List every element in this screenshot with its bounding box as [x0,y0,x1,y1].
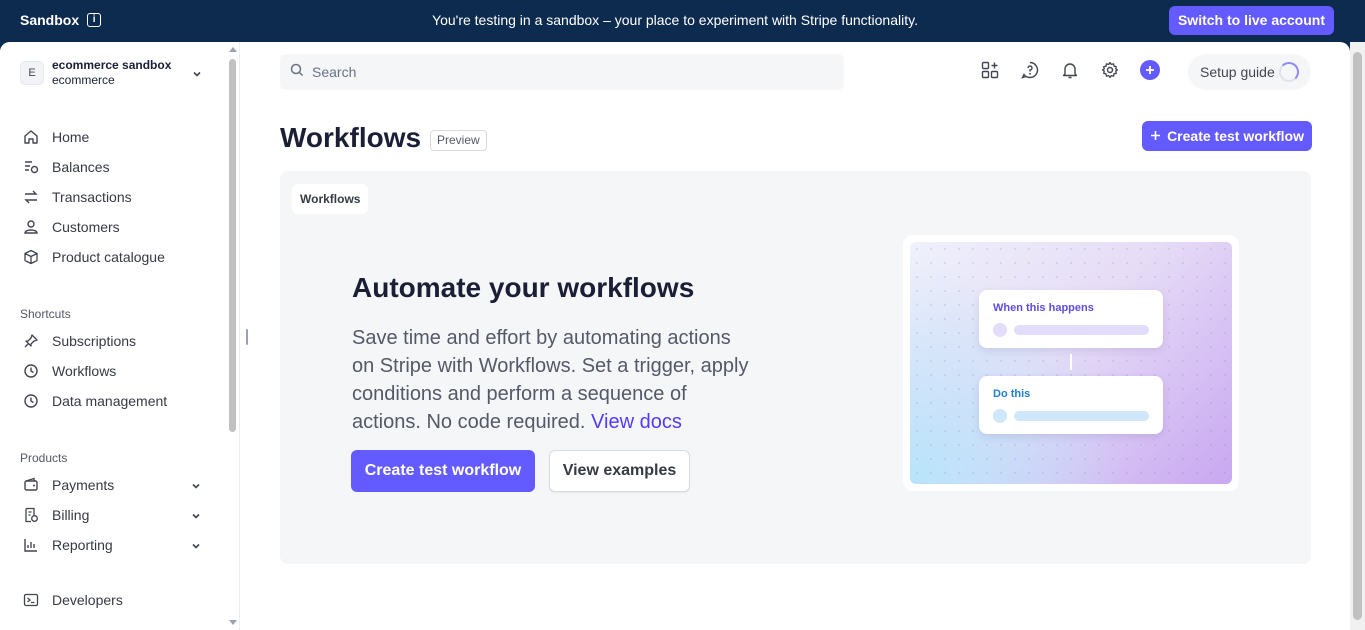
create-test-workflow-button[interactable]: Create test workflow [1142,121,1312,151]
gear-icon[interactable] [1100,60,1120,80]
account-name: ecommerce sandbox [52,58,172,72]
sidebar-item-label: Subscriptions [52,333,137,349]
sandbox-banner: Sandbox i You're testing in a sandbox – … [0,0,1365,42]
sidebar-item-reporting[interactable]: Reporting [22,534,207,556]
illustration-canvas: When this happens Do this [910,242,1232,484]
product-catalogue-icon [22,248,40,266]
clock-icon [22,392,40,410]
sidebar-resize-handle[interactable] [246,329,248,345]
chevron-down-icon [191,508,201,524]
progress-ring-icon [1279,62,1299,82]
apps-icon[interactable] [980,60,1000,80]
sidebar-item-label: Payments [52,477,115,493]
account-avatar: E [20,61,44,85]
setup-guide-label: Setup guide [1200,64,1275,80]
trigger-card: When this happens [979,290,1163,348]
sandbox-message: You're testing in a sandbox – your place… [432,12,918,28]
sidebar-scrollbar-thumb[interactable] [229,59,236,432]
sidebar: E ecommerce sandbox ecommerce Home Balan… [0,42,240,630]
create-test-workflow-primary-button[interactable]: Create test workflow [351,450,535,492]
sidebar-item-billing[interactable]: Billing [22,504,207,526]
reporting-icon [22,536,40,554]
sidebar-item-balances[interactable]: Balances [22,156,207,178]
page-scrollbar-thumb[interactable] [1353,52,1362,620]
create-test-workflow-label: Create test workflow [1167,128,1304,144]
customers-icon [22,218,40,236]
main-content: Setup guide Workflows Preview Create tes… [280,42,1312,630]
sidebar-item-transactions[interactable]: Transactions [22,186,207,208]
workflow-illustration: When this happens Do this [903,235,1239,491]
description-text: Save time and effort by automating actio… [352,327,749,433]
sidebar-item-label: Data management [52,393,168,409]
clock-icon [22,362,40,380]
search-input[interactable] [312,64,812,80]
action-bar [1014,411,1149,421]
sidebar-item-label: Developers [52,592,123,608]
action-card-title: Do this [993,388,1031,400]
sidebar-item-label: Transactions [52,189,132,205]
action-dot [993,409,1007,423]
setup-guide-button[interactable]: Setup guide [1188,54,1311,90]
app-shell: E ecommerce sandbox ecommerce Home Balan… [0,42,1350,630]
sidebar-item-label: Reporting [52,537,113,553]
account-switcher[interactable]: E ecommerce sandbox ecommerce [20,58,210,88]
bell-icon[interactable] [1060,60,1080,80]
panel-tag: Workflows [292,184,369,214]
empty-state-panel: Workflows Automate your workflows Save t… [280,171,1311,564]
sidebar-item-product-catalogue[interactable]: Product catalogue [22,246,207,268]
sidebar-item-label: Product catalogue [52,249,165,265]
terminal-icon [22,591,40,609]
wallet-icon [22,476,40,494]
trigger-dot [993,323,1007,337]
create-plus-icon[interactable] [1140,60,1160,80]
sidebar-item-payments[interactable]: Payments [22,474,207,496]
shortcuts-title: Shortcuts [20,307,71,321]
action-card: Do this [979,376,1163,434]
pin-icon [22,332,40,350]
chevron-down-icon [191,478,201,494]
sidebar-item-label: Customers [52,219,120,235]
balances-icon [22,158,40,176]
sidebar-item-label: Balances [52,159,110,175]
sidebar-item-label: Billing [52,507,90,523]
header-actions [980,60,1160,80]
sidebar-item-data-management[interactable]: Data management [22,390,207,412]
trigger-bar [1014,325,1149,335]
sidebar-item-workflows[interactable]: Workflows [22,360,207,382]
sidebar-item-label: Workflows [52,363,117,379]
search-icon [290,63,304,82]
sidebar-item-subscriptions[interactable]: Subscriptions [22,330,207,352]
empty-state-headline: Automate your workflows [352,272,695,303]
chevron-down-icon [191,538,201,554]
page-title: Workflows [280,122,422,153]
page-scrollbar[interactable] [1350,42,1365,630]
trigger-card-title: When this happens [993,302,1094,314]
billing-icon [22,506,40,524]
transactions-icon [22,188,40,206]
empty-state-description: Save time and effort by automating actio… [352,324,752,436]
products-title: Products [20,451,68,465]
help-icon[interactable] [1020,60,1040,80]
sidebar-item-customers[interactable]: Customers [22,216,207,238]
sidebar-item-label: Home [52,129,90,145]
view-docs-link[interactable]: View docs [591,411,682,433]
sidebar-item-developers[interactable]: Developers [22,589,207,611]
chevron-down-icon [192,66,202,84]
home-icon [22,128,40,146]
sidebar-item-home[interactable]: Home [22,126,207,148]
preview-badge: Preview [430,130,487,151]
connector-line [1070,354,1072,370]
account-names: ecommerce sandbox ecommerce [52,58,171,88]
account-subname: ecommerce [52,73,115,87]
search-bar[interactable] [280,54,844,90]
switch-to-live-button[interactable]: Switch to live account [1168,6,1334,35]
view-examples-button[interactable]: View examples [549,450,690,492]
plus-icon [1150,128,1161,144]
